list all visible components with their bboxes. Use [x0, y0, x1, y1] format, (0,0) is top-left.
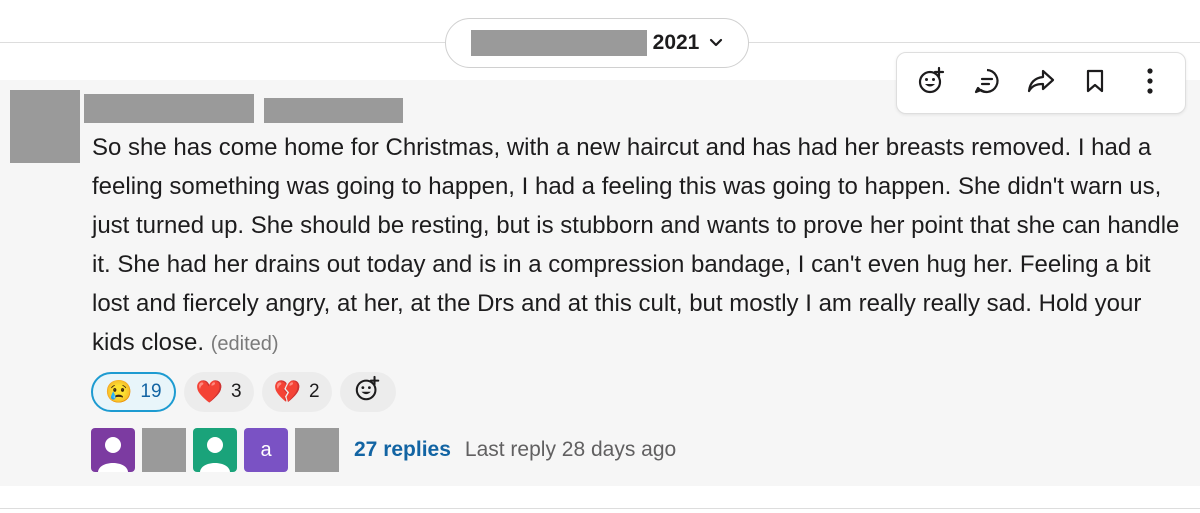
replies-count-link[interactable]: 27 replies	[354, 438, 451, 462]
share-icon	[1026, 68, 1056, 99]
thread-avatar-default-green[interactable]	[193, 428, 237, 472]
bookmark-icon	[1084, 68, 1106, 99]
reaction-crying-face[interactable]: 😢 19	[91, 372, 176, 412]
last-reply-label: Last reply 28 days ago	[464, 438, 677, 461]
add-reaction-button[interactable]	[910, 61, 954, 105]
redacted-date-text	[470, 30, 647, 56]
reactions-bar: 😢 19 ❤️ 3 💔 2	[91, 372, 396, 412]
message-body: So she has come home for Christmas, with…	[92, 128, 1182, 364]
red-heart-icon: ❤️	[195, 379, 223, 404]
user-silhouette-icon	[200, 437, 230, 472]
save-message-button[interactable]	[1073, 61, 1117, 105]
broken-heart-icon: 💔	[273, 379, 301, 404]
add-reaction-pill[interactable]	[339, 372, 396, 412]
sender-name-redacted[interactable]	[84, 94, 254, 123]
more-actions-button[interactable]	[1128, 61, 1172, 105]
reaction-broken-heart[interactable]: 💔 2	[261, 372, 332, 412]
edited-label: (edited)	[210, 333, 279, 355]
message-timestamp-redacted[interactable]	[264, 98, 403, 123]
reply-thread-button[interactable]	[965, 61, 1009, 105]
reaction-red-heart[interactable]: ❤️ 3	[183, 372, 254, 412]
reaction-count: 19	[140, 381, 162, 402]
thread-icon	[973, 67, 1001, 100]
reaction-count: 2	[308, 381, 320, 402]
user-silhouette-icon	[98, 437, 128, 472]
emoji-add-icon	[917, 66, 947, 101]
date-divider-button[interactable]: 2021	[445, 18, 749, 68]
thread-avatar-default-purple[interactable]	[91, 428, 135, 472]
message-actions-toolbar	[896, 52, 1186, 114]
thread-summary[interactable]: a 27 replies Last reply 28 days ago	[91, 428, 676, 472]
thread-avatar-redacted[interactable]	[142, 428, 186, 472]
thread-avatar-letter[interactable]: a	[244, 428, 288, 472]
message-text: So she has come home for Christmas, with…	[92, 134, 1180, 356]
emoji-add-icon	[354, 375, 382, 409]
date-year-label: 2021	[652, 31, 700, 54]
share-message-button[interactable]	[1019, 61, 1063, 105]
crying-face-icon: 😢	[105, 379, 133, 404]
more-vertical-icon	[1146, 67, 1154, 100]
bottom-divider	[0, 508, 1200, 509]
sender-avatar-redacted[interactable]	[10, 90, 80, 163]
thread-avatar-redacted[interactable]	[295, 428, 339, 472]
chevron-down-icon	[709, 38, 723, 48]
reaction-count: 3	[230, 381, 242, 402]
